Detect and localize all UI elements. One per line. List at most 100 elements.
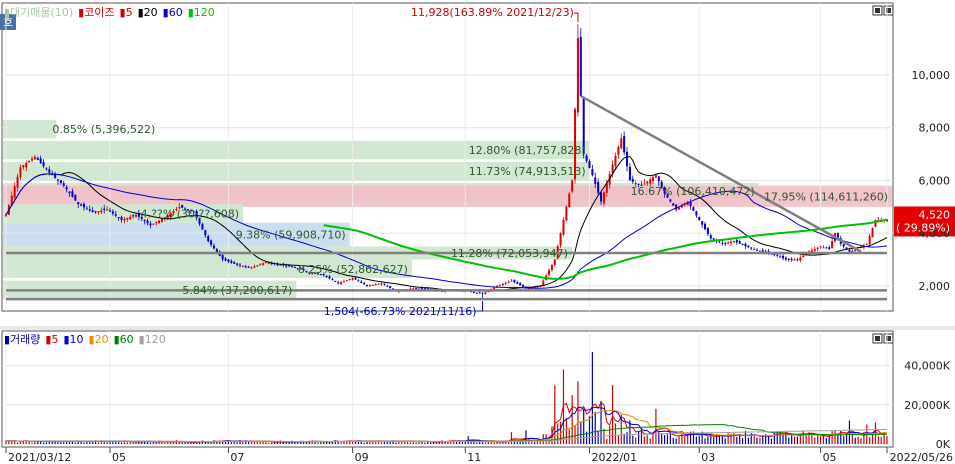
candle-body-223: [649, 179, 652, 184]
supply-band-label: 12.80% (81,757,828): [469, 144, 586, 157]
supply-band-label: 11.28% (72,053,947): [451, 247, 568, 260]
supply-band-label: 4.??% (30,??,608): [141, 207, 239, 220]
volume-legend-item: ▮5: [45, 333, 58, 346]
candle-body-31: [94, 211, 97, 213]
candle-body-3: [13, 186, 16, 198]
candle-body-240: [698, 217, 701, 220]
volume-legend-item: ▮10: [63, 333, 83, 346]
panel-button-inner-0: [875, 8, 880, 13]
candle-body-177: [516, 282, 519, 284]
candle-body-226: [657, 176, 660, 182]
candle-body-284: [825, 247, 828, 249]
candle-body-77: [227, 259, 230, 262]
candle-body-179: [522, 285, 525, 287]
price-legend-item: ▮대기매물(10): [4, 6, 73, 19]
candle-body-121: [354, 278, 357, 280]
candle-body-130: [380, 283, 383, 285]
candle-body-258: [750, 247, 753, 249]
candle-body-276: [802, 255, 805, 258]
x-tick-label: 05: [823, 451, 837, 464]
candle-body-25: [77, 202, 80, 205]
candle-body-243: [706, 228, 709, 234]
candle-body-189: [550, 264, 553, 271]
price-y-tick-label: 6,000: [919, 174, 951, 187]
candle-body-75: [221, 255, 224, 260]
candle-body-53: [158, 220, 161, 224]
candle-body-4: [16, 176, 19, 188]
price-legend-item: ▮코이즈: [78, 6, 114, 19]
price-legend-item: ▮120: [188, 6, 215, 19]
stock-chart: 호2,0004,0006,0008,00010,0000K20,000K40,0…: [0, 2, 955, 464]
candle-body-118: [345, 280, 348, 282]
candle-body-169: [493, 287, 496, 290]
panel-button-inner-2: [875, 336, 880, 341]
candle-body-10: [33, 156, 36, 160]
candle-body-24: [74, 194, 77, 201]
candle-body-29: [88, 209, 91, 211]
candle-body-27: [82, 203, 86, 208]
candle-body-44: [132, 215, 135, 217]
candle-body-249: [724, 243, 727, 245]
candle-body-79: [233, 262, 236, 264]
candle-body-34: [103, 208, 106, 210]
candle-body-37: [111, 211, 114, 214]
candle-body-125: [366, 285, 369, 287]
x-tick-label: 11: [467, 451, 481, 464]
candle-body-172: [501, 283, 504, 285]
candle-body-171: [498, 284, 501, 286]
volume-y-tick-label: 40,000K: [904, 360, 950, 373]
candle-body-259: [753, 249, 756, 250]
candle-body-211: [614, 155, 617, 167]
candle-body-199: [579, 36, 582, 97]
candle-body-272: [790, 259, 793, 261]
candle-body-19: [59, 180, 62, 184]
candle-body-76: [224, 258, 227, 261]
candle-body-51: [152, 223, 155, 225]
candle-body-72: [212, 245, 215, 249]
candle-body-173: [504, 282, 507, 284]
current-price-label: 4,520: [919, 208, 951, 221]
candle-body-271: [787, 258, 790, 260]
candle-body-206: [600, 192, 603, 202]
volume-legend-item: ▮거래량: [4, 333, 40, 346]
candle-body-256: [744, 243, 747, 247]
candle-body-88: [259, 264, 262, 266]
candle-body-83: [244, 266, 247, 268]
candle-body-238: [692, 207, 695, 211]
candle-body-18: [56, 179, 60, 181]
candle-body-178: [519, 283, 522, 286]
candle-body-176: [513, 279, 516, 283]
candle-body-78: [230, 260, 233, 263]
candle-body-11: [36, 157, 39, 160]
candle-body-292: [848, 249, 851, 252]
x-tick-label: 07: [230, 451, 244, 464]
candle-body-174: [507, 281, 510, 283]
candle-body-261: [758, 250, 761, 252]
candle-body-145: [423, 288, 426, 290]
candle-body-244: [709, 235, 712, 239]
candle-body-111: [325, 275, 328, 277]
candle-body-30: [91, 210, 94, 213]
x-tick-label: 05: [112, 451, 126, 464]
x-tick-label: 2022/01: [591, 451, 637, 464]
candle-body-95: [279, 264, 282, 266]
supply-band-label: 9.38% (59,908,710): [236, 229, 346, 242]
x-tick-label: 2021/03/12: [8, 451, 71, 464]
candle-body-217: [631, 178, 634, 182]
candle-body-17: [54, 174, 57, 178]
candle-body-207: [602, 192, 605, 204]
candle-body-126: [368, 285, 371, 287]
candle-body-202: [588, 160, 591, 169]
candle-body-166: [484, 292, 487, 294]
candle-body-87: [256, 265, 259, 267]
candle-body-231: [672, 203, 675, 206]
candle-body-38: [114, 214, 117, 216]
candle-body-252: [732, 241, 735, 243]
candle-body-89: [262, 263, 265, 265]
candle-body-26: [80, 204, 83, 206]
volume-legend-item: ▮120: [139, 333, 166, 346]
candle-body-215: [626, 151, 629, 167]
candle-body-69: [204, 230, 207, 236]
candle-body-253: [735, 239, 738, 243]
candle-body-164: [478, 292, 481, 294]
